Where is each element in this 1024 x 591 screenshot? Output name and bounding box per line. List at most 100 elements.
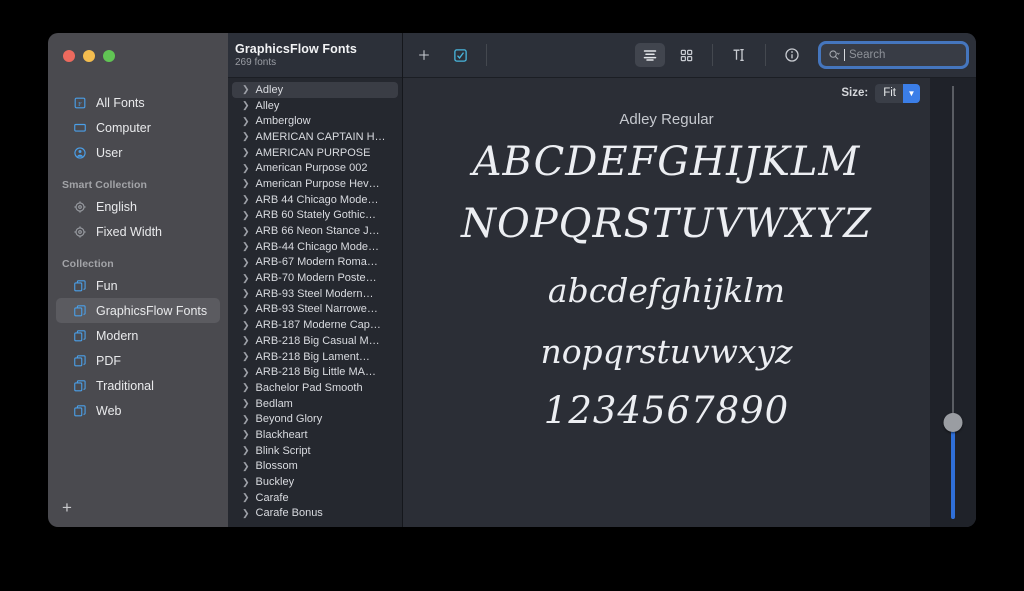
list-item[interactable]: ❯ Adley [232,82,398,98]
font-name: ARB-218 Big Casual M… [255,334,380,347]
list-item[interactable]: ❯ ARB-218 Big Lament… [232,349,398,365]
chevron-right-icon[interactable]: ❯ [242,273,250,283]
view-text-button[interactable] [724,43,754,67]
checkbox-icon [453,48,467,62]
list-item[interactable]: ❯ ARB-67 Modern Roma… [232,255,398,271]
list-item[interactable]: ❯ Carafe [232,490,398,506]
slider-knob[interactable] [943,412,963,432]
list-item[interactable]: ❯ ARB-187 Moderne Cap… [232,317,398,333]
chevron-right-icon[interactable]: ❯ [242,179,250,188]
search-input[interactable]: Search [849,49,885,61]
list-item[interactable]: ❯ Bedlam [232,396,398,412]
size-dropdown[interactable]: Fit ▼ [875,83,920,103]
add-font-button[interactable] [409,43,439,67]
specimen-row-lowercase-1: abcdefghijklm [547,271,786,310]
font-name: ARB-44 Chicago Mode… [255,240,380,253]
font-name: American Purpose 002 [255,162,368,175]
list-item[interactable]: ❯ Blossom [232,459,398,475]
preview-column: Search Size: Fit ▼ Adley Regular ABCDEFG… [403,33,976,527]
close-button[interactable] [63,49,75,62]
info-button[interactable] [777,43,807,67]
sidebar-item-fun[interactable]: Fun [56,273,220,298]
sidebar-item-user[interactable]: User [56,140,220,165]
list-item[interactable]: ❯ American Purpose Hev… [232,176,398,192]
search-field[interactable]: Search [821,44,966,66]
list-item[interactable]: ❯ ARB-70 Modern Poste… [232,270,398,286]
sidebar-item-graphicsflow-fonts[interactable]: GraphicsFlow Fonts [56,298,220,323]
list-item[interactable]: ❯ Amberglow [232,113,398,129]
list-item[interactable]: ❯ Bachelor Pad Smooth [232,380,398,396]
sidebar-item-label: PDF [96,353,121,368]
size-slider[interactable] [930,78,976,527]
sidebar-item-traditional[interactable]: Traditional [56,373,220,398]
list-item[interactable]: ❯ AMERICAN PURPOSE [232,145,398,161]
list-item[interactable]: ❯ Blackheart [232,427,398,443]
toolbar-divider [712,44,713,66]
search-icon [829,50,840,60]
chevron-right-icon[interactable]: ❯ [242,367,250,377]
chevron-right-icon[interactable]: ❯ [242,430,250,439]
chevron-right-icon[interactable]: ❯ [242,399,250,408]
chevron-right-icon[interactable]: ❯ [242,148,250,157]
chevron-right-icon[interactable]: ❯ [242,163,250,173]
chevron-right-icon[interactable]: ❯ [242,289,250,298]
chevron-right-icon[interactable]: ❯ [242,210,250,220]
view-grid-button[interactable] [671,43,701,67]
chevron-right-icon[interactable]: ❯ [242,242,250,251]
sidebar-item-pdf[interactable]: PDF [56,348,220,373]
list-item[interactable]: ❯ Alley [232,98,398,114]
list-item[interactable]: ❯ ARB 66 Neon Stance J… [232,223,398,239]
font-list[interactable]: ❯ Adley ❯ Alley ❯ Amberglow ❯ AMERICAN CAPTA… [228,78,402,527]
chevron-right-icon[interactable]: ❯ [242,226,250,236]
chevron-right-icon[interactable]: ❯ [242,101,250,110]
sidebar-item-label: Fun [96,278,118,293]
chevron-right-icon[interactable]: ❯ [242,446,250,455]
add-collection-button[interactable]: + [62,499,72,516]
chevron-right-icon[interactable]: ❯ [242,383,250,392]
sidebar: F All Fonts Computer User Smart Collecti… [48,33,228,527]
list-item[interactable]: ❯ ARB 60 Stately Gothic… [232,208,398,224]
chevron-down-icon[interactable]: ▼ [903,83,920,103]
sidebar-item-fixed-width[interactable]: Fixed Width [56,219,220,244]
chevron-right-icon[interactable]: ❯ [242,132,250,141]
list-item[interactable]: ❯ ARB-93 Steel Modern… [232,286,398,302]
chevron-right-icon[interactable]: ❯ [242,477,250,487]
chevron-right-icon[interactable]: ❯ [242,461,250,471]
chevron-right-icon[interactable]: ❯ [242,352,250,361]
validate-font-button[interactable] [445,43,475,67]
font-preview: Size: Fit ▼ Adley Regular ABCDEFGHIJKLM … [403,78,976,527]
sidebar-item-modern[interactable]: Modern [56,323,220,348]
list-item[interactable]: ❯ American Purpose 002 [232,160,398,176]
view-sample-button[interactable] [635,43,665,67]
chevron-right-icon[interactable]: ❯ [242,320,250,330]
zoom-button[interactable] [103,49,115,62]
chevron-right-icon[interactable]: ❯ [242,257,250,267]
font-list-header: GraphicsFlow Fonts 269 fonts [228,33,402,78]
chevron-right-icon[interactable]: ❯ [242,336,250,345]
list-item[interactable]: ❯ Carafe Bonus [232,506,398,522]
chevron-right-icon[interactable]: ❯ [242,85,250,94]
minimize-button[interactable] [83,49,95,62]
list-item[interactable]: ❯ Beyond Glory [232,411,398,427]
gear-icon [74,225,86,238]
sidebar-item-all-fonts[interactable]: F All Fonts [56,90,220,115]
list-item[interactable]: ❯ AMERICAN CAPTAIN H… [232,129,398,145]
list-item[interactable]: ❯ ARB-93 Steel Narrowe… [232,302,398,318]
list-item[interactable]: ❯ ARB-218 Big Little MA… [232,364,398,380]
chevron-right-icon[interactable]: ❯ [242,195,250,204]
list-item[interactable]: ❯ Buckley [232,474,398,490]
chevron-right-icon[interactable]: ❯ [242,304,250,314]
sidebar-item-web[interactable]: Web [56,398,220,423]
sidebar-item-english[interactable]: English [56,194,220,219]
sidebar-item-computer[interactable]: Computer [56,115,220,140]
chevron-right-icon[interactable]: ❯ [242,116,250,126]
text-caret [844,49,845,61]
list-item[interactable]: ❯ ARB 44 Chicago Mode… [232,192,398,208]
chevron-right-icon[interactable]: ❯ [242,508,250,518]
list-item[interactable]: ❯ Blink Script [232,443,398,459]
list-item[interactable]: ❯ ARB-44 Chicago Mode… [232,239,398,255]
chevron-right-icon[interactable]: ❯ [242,493,250,502]
chevron-right-icon[interactable]: ❯ [242,414,250,424]
font-name: ARB-187 Moderne Cap… [255,319,381,332]
list-item[interactable]: ❯ ARB-218 Big Casual M… [232,333,398,349]
